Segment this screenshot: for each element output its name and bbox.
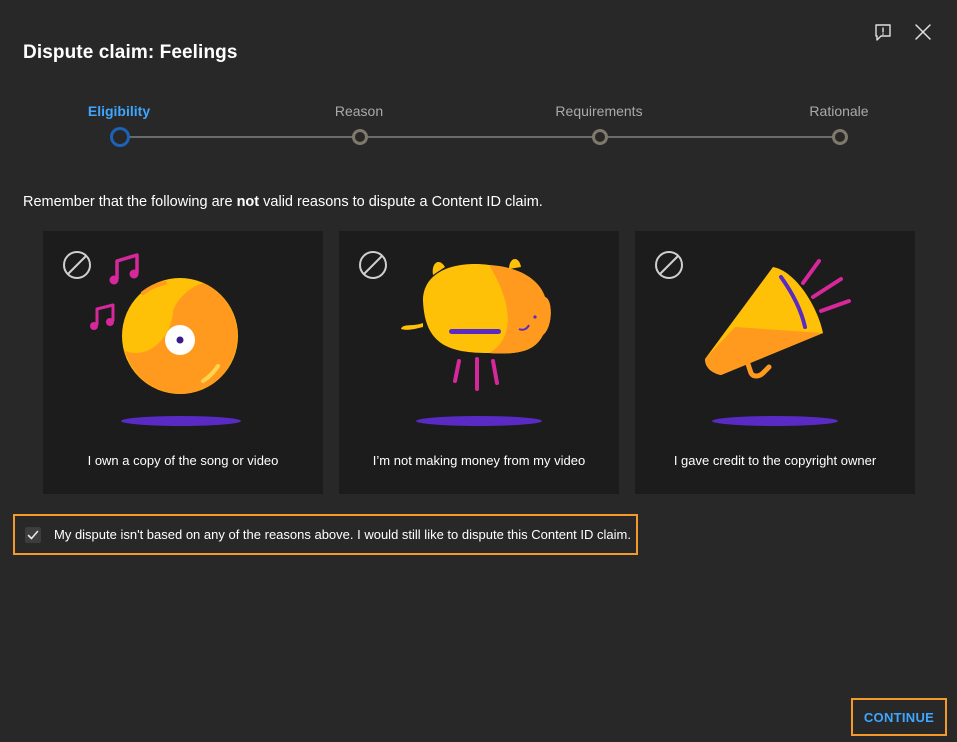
step-label: Requirements	[555, 103, 643, 119]
step-eligibility: Eligibility	[49, 98, 189, 147]
continue-button[interactable]: CONTINUE	[851, 698, 947, 736]
megaphone-illustration	[705, 259, 851, 426]
dispute-anyway-confirmation: My dispute isn't based on any of the rea…	[13, 514, 638, 555]
feedback-button[interactable]	[871, 20, 895, 44]
step-rationale: Rationale	[769, 98, 909, 145]
step-label: Rationale	[809, 103, 869, 119]
step-indicator	[352, 129, 368, 145]
step-indicator-active	[110, 127, 130, 147]
step-label: Eligibility	[87, 103, 151, 119]
progress-stepper: Eligibility Reason Requirements Rational…	[0, 98, 957, 158]
stepper-track	[119, 136, 839, 138]
invalid-reasons-notice: Remember that the following are not vali…	[23, 194, 543, 210]
close-icon	[915, 24, 931, 40]
step-label: Reason	[334, 103, 384, 119]
card-caption: I own a copy of the song or video	[87, 453, 279, 468]
invalid-reason-card-no-money: I’m not making money from my video	[339, 231, 619, 494]
checkmark-icon	[27, 530, 39, 540]
invalid-reason-card-gave-credit: I gave credit to the copyright owner	[635, 231, 915, 494]
step-reason: Reason	[289, 98, 429, 145]
notice-text-before: Remember that the following are	[23, 194, 237, 210]
notice-emphasis: not	[236, 194, 260, 210]
feedback-icon	[875, 24, 891, 41]
notice-text-after: valid reasons to dispute a Content ID cl…	[259, 194, 543, 210]
step-requirements: Requirements	[529, 98, 669, 145]
piggy-bank-illustration	[401, 258, 551, 426]
dispute-claim-dialog: Dispute claim: Feelings Eligibility Reas…	[0, 0, 957, 742]
step-indicator	[592, 129, 608, 145]
card-caption: I gave credit to the copyright owner	[673, 453, 877, 468]
dialog-title: Dispute claim: Feelings	[23, 42, 238, 63]
step-indicator	[832, 129, 848, 145]
dispute-anyway-checkbox[interactable]	[25, 527, 41, 543]
confirmation-label[interactable]: My dispute isn't based on any of the rea…	[54, 527, 631, 542]
card-caption: I’m not making money from my video	[372, 453, 586, 468]
invalid-reason-card-own-copy: I own a copy of the song or video	[43, 231, 323, 494]
close-button[interactable]	[911, 20, 935, 44]
vinyl-record-illustration	[90, 253, 241, 426]
